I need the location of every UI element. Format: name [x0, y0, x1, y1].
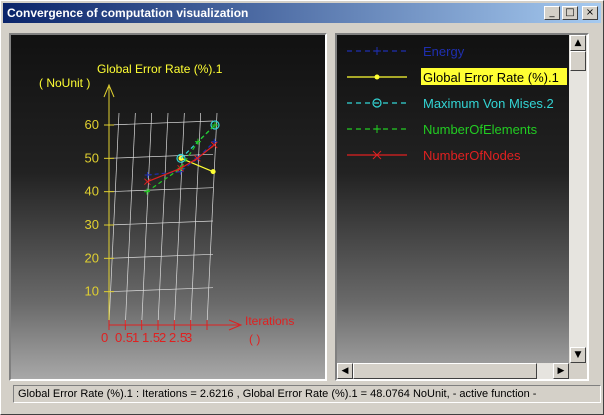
scroll-right-button[interactable]: ▶ — [553, 363, 569, 379]
x-tick-label: 3 — [185, 330, 192, 345]
y-tick-label: 40 — [85, 184, 99, 199]
grid-line-vertical — [124, 112, 136, 326]
x-tick-label: 0.5 — [115, 330, 133, 345]
legend-marker — [373, 125, 381, 133]
legend-marker — [373, 47, 381, 55]
legend-marker — [374, 74, 380, 80]
grid-line-vertical — [108, 112, 120, 326]
legend-label: NumberOfElements — [423, 122, 538, 137]
legend-item: NumberOfElements — [347, 122, 538, 137]
convergence-chart: 1020304050600 0.51 1.52 2.53 Global Error R… — [39, 62, 294, 346]
x-tick-label: 1 — [132, 330, 139, 345]
legend-vertical-scrollbar[interactable]: ▲ ▼ — [569, 35, 587, 365]
y-axis-unit: ( NoUnit ) — [39, 76, 90, 90]
legend-label: NumberOfNodes — [423, 148, 521, 163]
scroll-left-button[interactable]: ◀ — [337, 363, 353, 379]
legend: Energy Global Error Rate (%).1 Maximum Von… — [347, 44, 567, 163]
x-tick-label: 2 — [159, 330, 166, 345]
legend-item: Global Error Rate (%).1 — [347, 68, 567, 85]
status-bar: Global Error Rate (%).1 : Iterations = 2… — [13, 385, 601, 403]
data-point — [144, 178, 151, 186]
y-tick-label: 60 — [85, 117, 99, 132]
y-axis-label: Global Error Rate (%).1 — [97, 62, 223, 76]
close-button[interactable]: × — [582, 6, 598, 20]
data-point — [144, 172, 151, 178]
grid-line-vertical — [190, 112, 202, 326]
data-point — [211, 138, 218, 145]
grid-line-horizontal — [108, 220, 214, 226]
legend-label: Energy — [423, 44, 465, 59]
y-tick-label: 50 — [85, 150, 99, 165]
window-title: Convergence of computation visualization — [7, 6, 249, 20]
chart-panel[interactable]: 10 20 30 40 50 60 0 0.5 1 1.5 2 2.5 3 Global Error R… — [9, 33, 327, 381]
grid-line-horizontal — [108, 120, 214, 126]
x-axis-label: Iterations — [245, 314, 294, 328]
grid-line-vertical — [206, 112, 218, 326]
series-line — [147, 144, 215, 183]
grid-line-horizontal — [108, 287, 214, 293]
data-point — [210, 169, 216, 175]
scroll-down-button[interactable]: ▼ — [570, 347, 586, 363]
horizontal-scroll-thumb[interactable] — [353, 363, 537, 379]
legend-panel[interactable]: Energy Global Error Rate (%).1 Maximum Von… — [335, 33, 589, 381]
legend-label: Global Error Rate (%).1 — [423, 70, 559, 85]
vertical-scroll-thumb[interactable] — [570, 51, 586, 71]
y-tick-label: 10 — [85, 284, 99, 299]
legend-item: Maximum Von Mises.2 — [347, 96, 554, 111]
scrollbar-corner — [569, 363, 587, 379]
minimize-button[interactable]: _ — [544, 6, 560, 20]
y-tick-label: 30 — [85, 217, 99, 232]
grid-line-vertical — [141, 112, 153, 326]
x-tick-label: 1.5 — [142, 330, 160, 345]
grid-line-vertical — [173, 112, 185, 326]
x-axis-unit: ( ) — [249, 332, 260, 346]
maximize-button[interactable]: □ — [562, 6, 578, 20]
grid-line-vertical — [157, 112, 169, 326]
y-tick-label: 20 — [85, 250, 99, 265]
scroll-up-button[interactable]: ▲ — [570, 35, 586, 51]
legend-item: Energy — [347, 44, 465, 59]
title-bar[interactable]: Convergence of computation visualization… — [3, 3, 601, 23]
x-tick-label: 0 — [101, 330, 108, 345]
data-point — [195, 138, 201, 145]
legend-item: NumberOfNodes — [347, 148, 521, 163]
legend-horizontal-scrollbar[interactable]: ◀ ▶ — [337, 363, 569, 379]
convergence-window: Convergence of computation visualization… — [0, 0, 604, 415]
legend-label: Maximum Von Mises.2 — [423, 96, 554, 111]
